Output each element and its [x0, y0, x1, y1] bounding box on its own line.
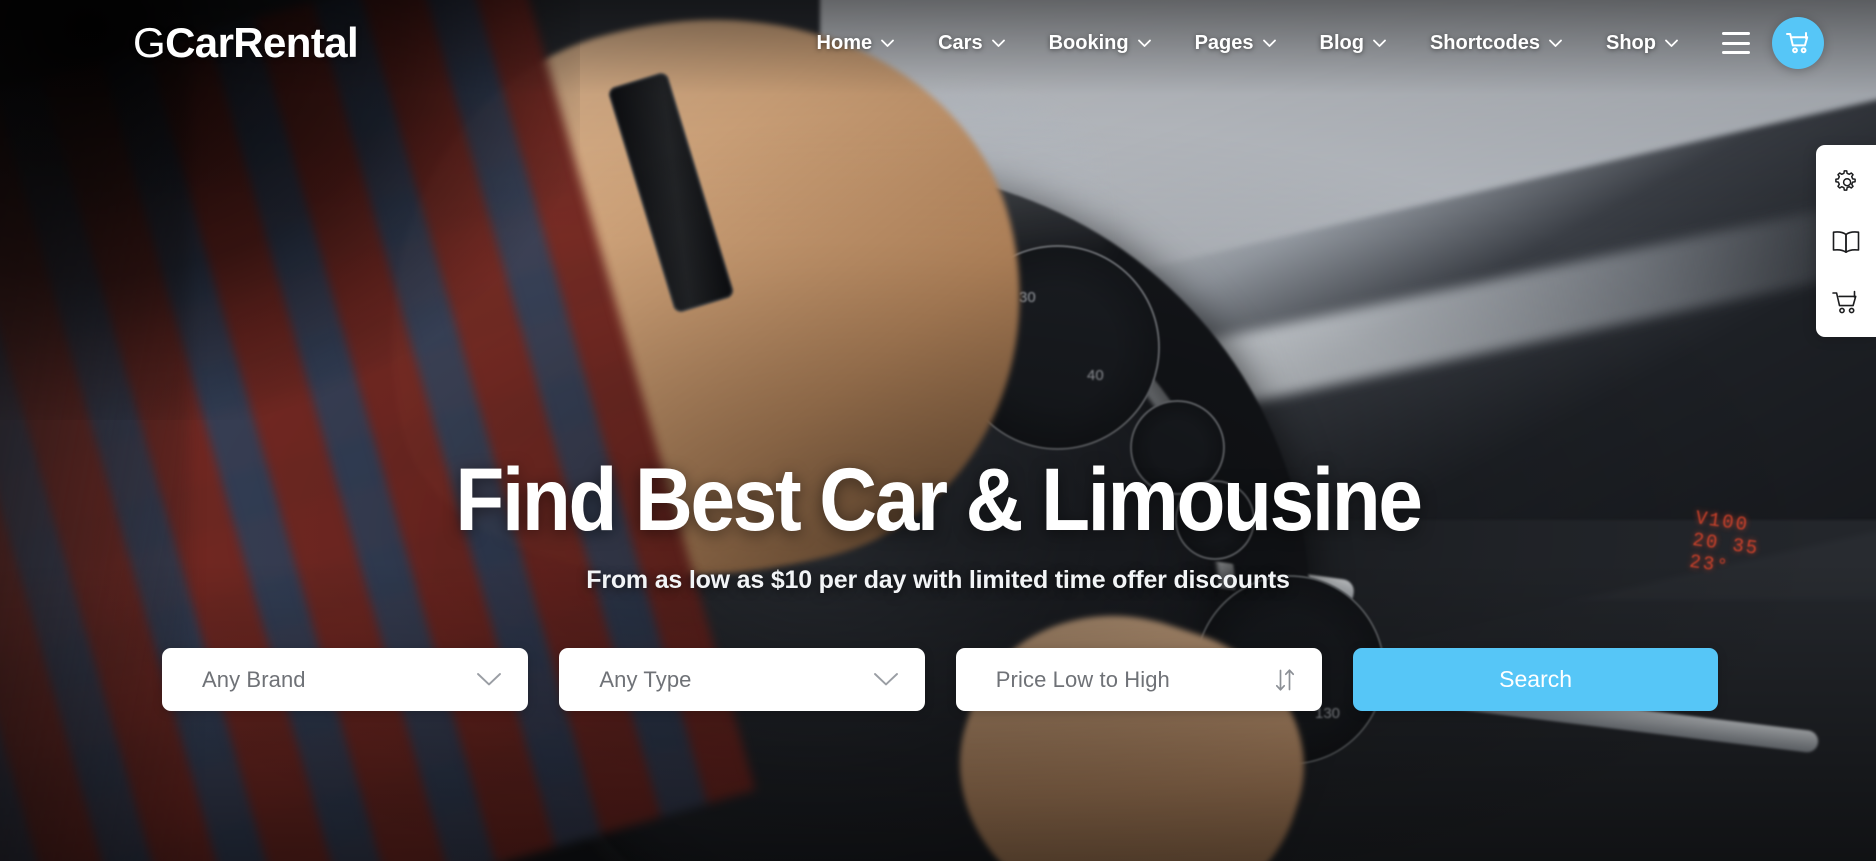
chevron-down-icon: [1137, 39, 1151, 47]
nav-label: Booking: [1048, 31, 1129, 54]
nav-item-booking[interactable]: Booking: [1027, 32, 1173, 55]
cart-button[interactable]: [1772, 17, 1824, 69]
chevron-down-icon: [476, 672, 502, 687]
gear-icon[interactable]: [1831, 167, 1861, 197]
site-logo[interactable]: GCarRental: [133, 19, 359, 66]
chevron-down-icon: [873, 672, 899, 687]
nav-label: Blog: [1319, 31, 1364, 54]
shopping-cart-icon: [1786, 32, 1809, 54]
hamburger-icon[interactable]: [1722, 32, 1750, 54]
nav-item-cars[interactable]: Cars: [916, 32, 1026, 55]
chevron-down-icon: [1665, 39, 1678, 47]
page-title: Find Best Car & Limousine: [455, 449, 1422, 549]
nav-item-pages[interactable]: Pages: [1173, 32, 1298, 55]
hero-subtitle: From as low as $10 per day with limited …: [586, 566, 1290, 594]
hero-section: V100 20 35 23° 20 30 40 10 130 GCarRenta…: [0, 0, 1876, 861]
type-select[interactable]: Any Type: [559, 648, 925, 711]
hamburger-bar: [1722, 51, 1750, 54]
chevron-down-icon: [881, 39, 895, 47]
chevron-down-icon: [991, 39, 1005, 47]
nav-item-home[interactable]: Home: [795, 32, 917, 55]
floating-side-panel: [1816, 145, 1876, 337]
sort-select[interactable]: Price Low to High: [955, 648, 1323, 711]
brand-select[interactable]: Any Brand: [162, 648, 529, 711]
chevron-down-icon: [1262, 39, 1276, 47]
nav-item-blog[interactable]: Blog: [1298, 32, 1408, 55]
hamburger-bar: [1722, 32, 1750, 35]
book-icon[interactable]: [1831, 227, 1861, 257]
hero-copy: Find Best Car & Limousine From as low as…: [0, 455, 1876, 595]
brand-select-value: Any Brand: [202, 666, 306, 692]
hero-overlay-scrim: [0, 0, 1876, 861]
nav-label: Cars: [938, 31, 983, 54]
site-header: GCarRental Home Cars Booking Pages Blog: [0, 0, 1876, 86]
chevron-down-icon: [1549, 39, 1562, 47]
hamburger-bar: [1722, 41, 1750, 45]
car-search-form: Any Brand Any Type Price Low to High Sea…: [162, 648, 1718, 711]
nav-item-shop[interactable]: Shop: [1584, 32, 1700, 55]
sort-arrows-icon: [1274, 667, 1296, 693]
logo-mark: G: [133, 19, 166, 66]
sort-select-value: Price Low to High: [995, 666, 1170, 692]
main-navigation: Home Cars Booking Pages Blog Shortcodes: [795, 17, 1876, 69]
logo-text: CarRental: [165, 19, 359, 66]
search-button[interactable]: Search: [1353, 648, 1718, 711]
nav-item-shortcodes[interactable]: Shortcodes: [1408, 32, 1584, 55]
nav-label: Shortcodes: [1429, 31, 1540, 54]
nav-label: Pages: [1194, 31, 1254, 54]
shopping-cart-icon[interactable]: [1831, 287, 1861, 317]
chevron-down-icon: [1373, 39, 1386, 47]
nav-label: Shop: [1606, 31, 1656, 54]
type-select-value: Any Type: [599, 666, 692, 692]
nav-label: Home: [816, 31, 873, 54]
